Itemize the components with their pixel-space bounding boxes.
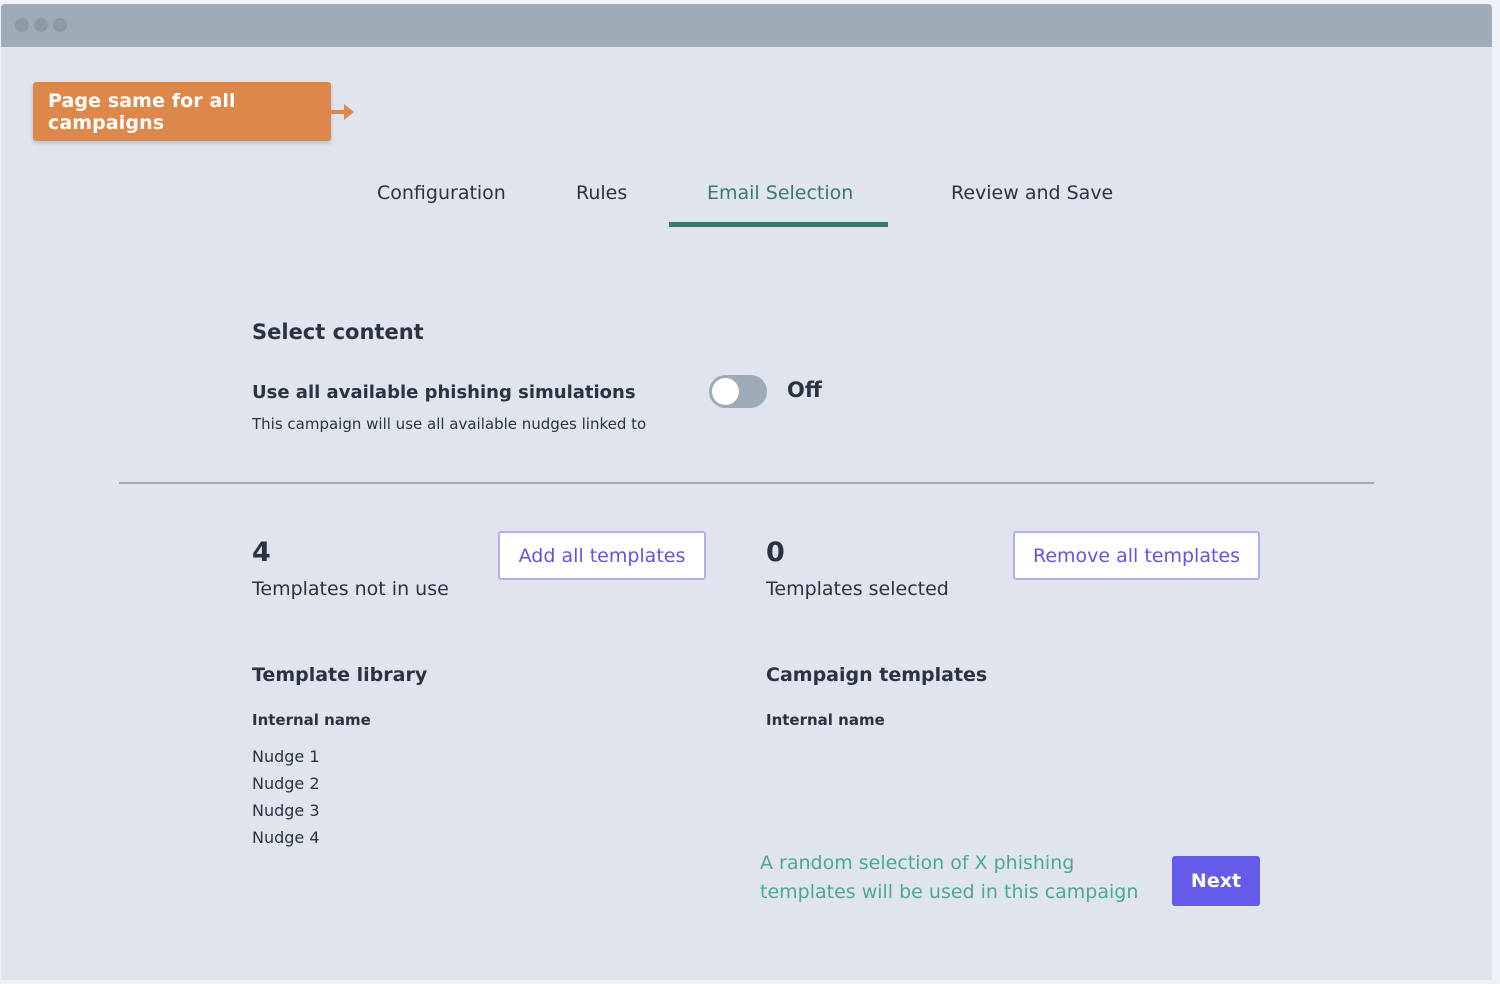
random-selection-note: A random selection of X phishing templat…: [760, 849, 1160, 907]
campaign-templates-title: Campaign templates: [766, 664, 988, 686]
annotation-callout: Page same for all campaigns: [33, 82, 331, 141]
templates-selected-count: 0: [766, 537, 785, 568]
callout-text: Page same for all campaigns: [48, 89, 236, 134]
next-button[interactable]: Next: [1172, 856, 1260, 906]
minimize-window-icon[interactable]: [34, 18, 48, 32]
arrow-right-icon: [331, 104, 354, 120]
library-column-header: Internal name: [252, 711, 371, 729]
tab-review-and-save[interactable]: Review and Save: [951, 182, 1113, 204]
campaign-column-header: Internal name: [766, 711, 885, 729]
use-all-simulations-toggle[interactable]: [709, 375, 767, 408]
library-item[interactable]: Nudge 4: [252, 828, 320, 847]
active-tab-indicator: [669, 222, 888, 227]
templates-not-in-use-count: 4: [252, 537, 271, 568]
section-divider: [119, 482, 1374, 484]
templates-not-in-use-label: Templates not in use: [252, 578, 449, 600]
option-label: Use all available phishing simulations: [252, 382, 636, 403]
library-item[interactable]: Nudge 3: [252, 801, 320, 820]
close-window-icon[interactable]: [15, 18, 29, 32]
tab-email-selection[interactable]: Email Selection: [707, 182, 853, 204]
toggle-knob: [712, 378, 739, 405]
title-bar: [1, 4, 1492, 47]
remove-all-templates-button[interactable]: Remove all templates: [1013, 531, 1260, 580]
section-heading: Select content: [252, 320, 424, 344]
tab-rules[interactable]: Rules: [576, 182, 627, 204]
add-all-templates-button[interactable]: Add all templates: [498, 531, 706, 580]
option-description: This campaign will use all available nud…: [252, 415, 647, 433]
maximize-window-icon[interactable]: [53, 18, 67, 32]
note-line-1: A random selection of X phishing: [760, 852, 1075, 874]
template-library-title: Template library: [252, 664, 428, 686]
library-item[interactable]: Nudge 2: [252, 774, 320, 793]
toggle-state-label: Off: [787, 378, 822, 402]
library-item[interactable]: Nudge 1: [252, 747, 320, 766]
templates-selected-label: Templates selected: [766, 578, 949, 600]
tab-configuration[interactable]: Configuration: [377, 182, 506, 204]
note-line-2: templates will be used in this campaign: [760, 881, 1139, 903]
app-window: [1, 4, 1492, 980]
